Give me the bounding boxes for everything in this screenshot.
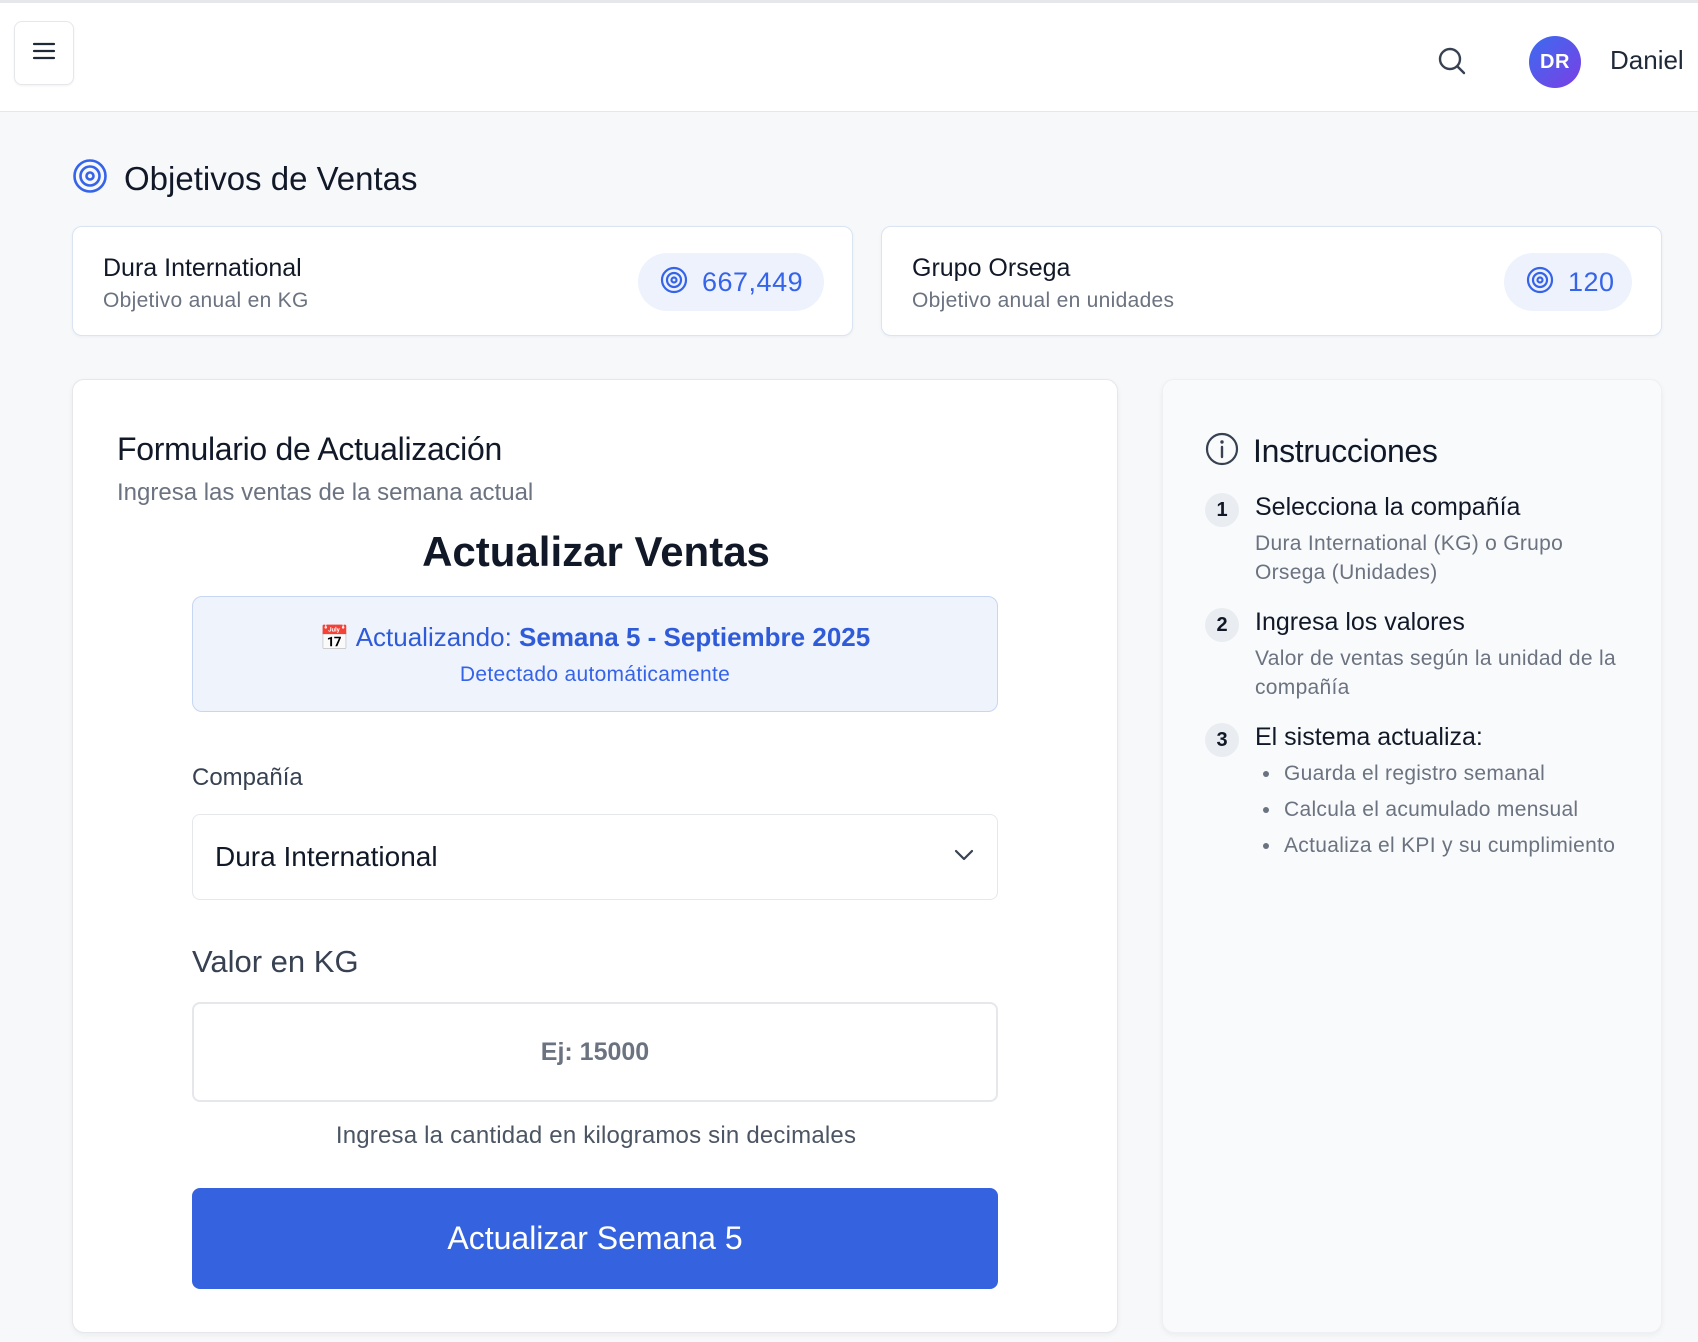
instruction-step: 2 Ingresa los valores Valor de ventas se… — [1205, 608, 1635, 703]
kpi-value-badge: 667,449 — [638, 253, 824, 311]
info-icon — [1205, 432, 1239, 471]
avatar[interactable]: DR — [1529, 36, 1581, 88]
target-icon — [72, 158, 124, 199]
kpi-card-dura: Dura International Objetivo anual en KG … — [72, 226, 853, 336]
instruction-step: 3 El sistema actualiza: Guarda el regist… — [1205, 723, 1635, 903]
instructions-card: Instrucciones 1 Selecciona la compañía D… — [1162, 379, 1662, 1333]
hamburger-menu-icon — [32, 41, 56, 66]
kpi-company-name: Grupo Orsega — [912, 254, 1071, 282]
kpi-value-badge: 120 — [1504, 253, 1632, 311]
chevron-down-icon — [953, 848, 975, 867]
instructions-title: Instrucciones — [1253, 433, 1438, 469]
search-button[interactable] — [1432, 43, 1472, 83]
list-item: Guarda el registro semanal — [1255, 759, 1635, 788]
kpi-subtitle: Objetivo anual en KG — [103, 289, 309, 312]
top-bar: DR Daniel — [0, 0, 1698, 112]
auto-detected-note: Detectado automáticamente — [459, 663, 731, 686]
step-description: Valor de ventas según la unidad de la co… — [1255, 647, 1616, 699]
submit-week-button[interactable]: Actualizar Semana 5 — [192, 1188, 998, 1289]
value-label: Valor en KG — [192, 944, 359, 979]
step-bullet-list: Guarda el registro semanal Calcula el ac… — [1255, 759, 1635, 867]
instruction-step: 1 Selecciona la compañía Dura Internatio… — [1205, 493, 1635, 588]
calendar-icon: 📅 — [319, 625, 350, 652]
instructions-header: Instrucciones — [1205, 432, 1438, 471]
user-name[interactable]: Daniel — [1610, 45, 1684, 76]
week-line: 📅 Actualizando: Semana 5 - Septiembre 202… — [193, 622, 997, 653]
kpi-value: 667,449 — [702, 266, 804, 297]
kpi-card-orsega: Grupo Orsega Objetivo anual en unidades … — [881, 226, 1662, 336]
company-select[interactable]: Dura International — [192, 814, 998, 900]
kpi-subtitle: Objetivo anual en unidades — [912, 289, 1175, 312]
company-label: Compañía — [192, 764, 303, 791]
company-select-value: Dura International — [215, 841, 438, 872]
page-title-row: Objetivos de Ventas — [72, 158, 418, 199]
update-form-card: Formulario de Actualización Ingresa las … — [72, 379, 1118, 1333]
menu-button[interactable] — [14, 21, 74, 85]
form-heading: Actualizar Ventas — [422, 528, 770, 575]
kpi-value: 120 — [1568, 266, 1615, 297]
target-icon — [1526, 266, 1554, 299]
target-icon — [660, 266, 688, 299]
step-description: Dura International (KG) o Grupo Orsega (… — [1255, 532, 1564, 584]
step-number: 2 — [1205, 608, 1239, 642]
week-prefix: Actualizando: — [355, 622, 520, 652]
form-title: Formulario de Actualización — [117, 431, 502, 467]
value-help-text: Ingresa la cantidad en kilogramos sin de… — [335, 1122, 857, 1149]
page-title: Objetivos de Ventas — [124, 159, 418, 197]
kpi-company-name: Dura International — [103, 254, 302, 282]
step-number: 3 — [1205, 723, 1239, 757]
current-week-banner: 📅 Actualizando: Semana 5 - Septiembre 202… — [192, 596, 998, 712]
value-input[interactable] — [192, 1002, 998, 1102]
step-title: El sistema actualiza: — [1255, 723, 1483, 751]
list-item: Calcula el acumulado mensual — [1255, 795, 1635, 824]
search-icon — [1437, 46, 1467, 81]
step-number: 1 — [1205, 493, 1239, 527]
step-title: Selecciona la compañía — [1255, 493, 1521, 521]
week-label: Semana 5 - Septiembre 2025 — [519, 622, 871, 652]
step-title: Ingresa los valores — [1255, 608, 1465, 636]
form-subtitle: Ingresa las ventas de la semana actual — [117, 479, 534, 506]
list-item: Actualiza el KPI y su cumplimiento — [1255, 831, 1635, 860]
